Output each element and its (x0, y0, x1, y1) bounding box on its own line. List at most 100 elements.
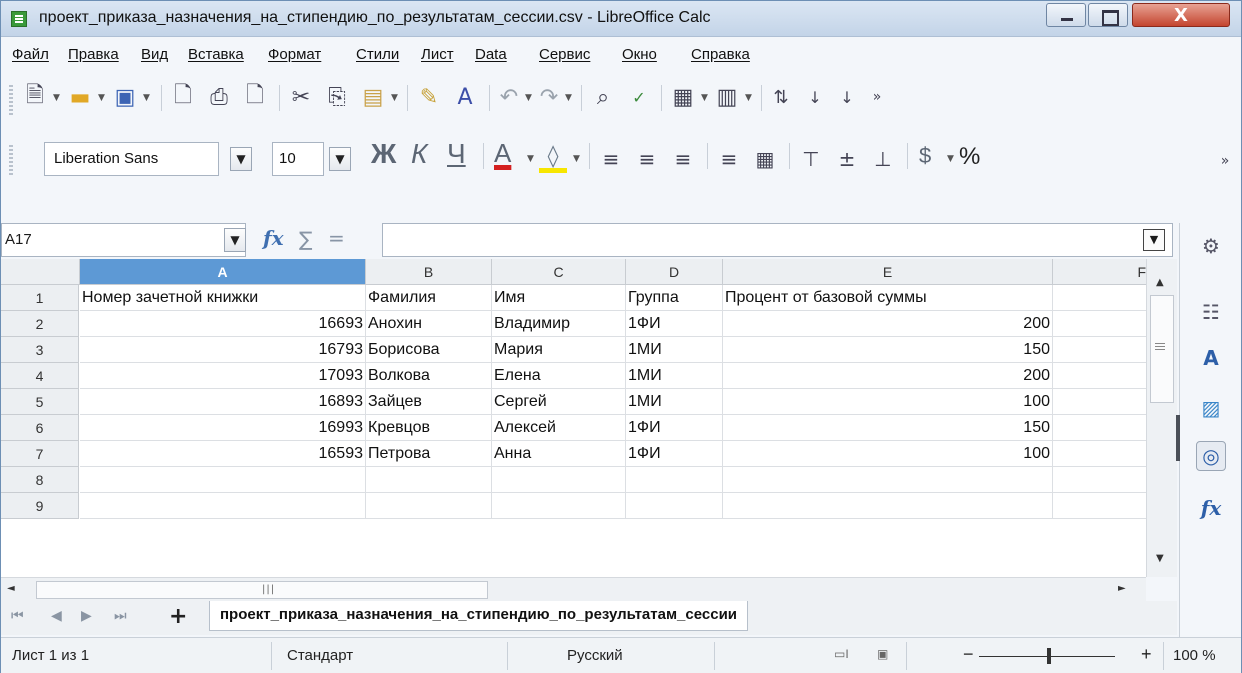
row-icon[interactable]: ▦ (669, 83, 697, 111)
save-icon[interactable]: ▣ (111, 83, 139, 111)
grid-cell[interactable] (1053, 467, 1153, 493)
row-header[interactable]: 2 (1, 311, 79, 337)
new-document-icon[interactable]: 🗎 (21, 83, 49, 111)
grid-cell[interactable] (492, 493, 626, 519)
name-box-dropdown-icon[interactable]: ▼ (224, 228, 246, 252)
cut-icon[interactable]: ✂ (287, 83, 315, 111)
grid-cell[interactable]: 100 (723, 441, 1053, 467)
grid-cell[interactable]: Владимир (492, 311, 626, 337)
align-middle-icon[interactable]: ± (833, 145, 861, 173)
underline-button[interactable]: Ч (447, 138, 466, 170)
column-header-c[interactable]: C (492, 259, 626, 285)
grid-cell[interactable]: Мария (492, 337, 626, 363)
sort-descending-icon[interactable]: ↓ (833, 83, 861, 111)
grid-cell[interactable] (626, 467, 723, 493)
spellcheck-icon[interactable]: ✓ (625, 83, 653, 111)
zoom-in-button[interactable]: + (1141, 644, 1152, 665)
currency-button[interactable]: $ (919, 143, 931, 169)
row-header[interactable]: 9 (1, 493, 79, 519)
column-header-d[interactable]: D (626, 259, 723, 285)
grid-cell[interactable] (80, 493, 366, 519)
column-header-b[interactable]: B (366, 259, 492, 285)
grid-cell[interactable] (1053, 285, 1153, 311)
grid-cell[interactable]: 200 (723, 311, 1053, 337)
grid-cell[interactable]: Борисова (366, 337, 492, 363)
print-icon[interactable]: ⎙ (205, 83, 233, 111)
new-dropdown-icon[interactable]: ▼ (53, 94, 61, 103)
grid-cell[interactable]: 150 (723, 337, 1053, 363)
grid-cell[interactable] (492, 467, 626, 493)
font-size-box[interactable]: 10 (272, 142, 324, 176)
menu-styles[interactable]: Стили (356, 46, 399, 63)
merge-cells-icon[interactable]: ▦ (751, 145, 779, 173)
name-box[interactable]: A17 (1, 223, 246, 257)
currency-dropdown-icon[interactable]: ▼ (947, 155, 955, 164)
grid-cell[interactable]: 1ФИ (626, 311, 723, 337)
expand-formula-bar-icon[interactable]: ▼ (1143, 229, 1165, 251)
function-wizard-icon[interactable]: fx (263, 226, 284, 250)
menu-insert[interactable]: Вставка (188, 46, 244, 63)
grid-cell[interactable]: Волкова (366, 363, 492, 389)
find-replace-icon[interactable]: ⌕ (589, 83, 617, 111)
horizontal-scroll-thumb[interactable]: ||| (36, 581, 488, 599)
font-name-box[interactable]: Liberation Sans (44, 142, 219, 176)
grid-cell[interactable]: 16993 (80, 415, 366, 441)
column-header-e[interactable]: E (723, 259, 1053, 285)
selection-mode-icon[interactable]: ▭I (834, 647, 849, 661)
align-center-icon[interactable]: ≡ (633, 145, 661, 173)
menu-file[interactable]: Файл (12, 46, 49, 63)
row-header[interactable]: 7 (1, 441, 79, 467)
undo-dropdown-icon[interactable]: ▼ (525, 94, 533, 103)
grid-cell[interactable]: 1МИ (626, 389, 723, 415)
spreadsheet-grid[interactable]: A B C D E F 1 Номер зачетной книжки Фамили… (1, 259, 1177, 577)
grid-cell[interactable]: Кревцов (366, 415, 492, 441)
grid-cell[interactable]: Зайцев (366, 389, 492, 415)
zoom-level[interactable]: 100 % (1173, 647, 1216, 664)
open-folder-icon[interactable]: ▬ (66, 83, 94, 111)
grid-cell[interactable] (366, 493, 492, 519)
highlight-icon[interactable]: ◊ (539, 144, 567, 173)
font-color-dropdown-icon[interactable]: ▼ (527, 155, 535, 164)
redo-dropdown-icon[interactable]: ▼ (565, 94, 573, 103)
grid-cell[interactable]: Анохин (366, 311, 492, 337)
row-header[interactable]: 5 (1, 389, 79, 415)
zoom-out-button[interactable]: − (963, 644, 974, 665)
row-header[interactable]: 4 (1, 363, 79, 389)
scroll-down-icon[interactable]: ▼ (1156, 553, 1164, 564)
functions-icon[interactable]: fx (1196, 493, 1226, 523)
grid-cell[interactable]: Номер зачетной книжки (80, 285, 366, 311)
row-header[interactable]: 8 (1, 467, 79, 493)
row-header[interactable]: 6 (1, 415, 79, 441)
horizontal-scrollbar[interactable]: ◄ ||| ► (1, 577, 1146, 601)
grid-cell[interactable]: 100 (723, 389, 1053, 415)
gallery-icon[interactable]: ▨ (1196, 393, 1226, 423)
scroll-right-icon[interactable]: ► (1118, 583, 1126, 594)
maximize-button[interactable] (1088, 3, 1128, 27)
scroll-up-icon[interactable]: ▲ (1156, 277, 1164, 288)
gear-icon[interactable]: ⚙ (1196, 231, 1226, 261)
column-dropdown-icon[interactable]: ▼ (745, 94, 753, 103)
first-sheet-icon[interactable]: ⏮ (11, 608, 24, 624)
menu-view[interactable]: Вид (141, 46, 168, 63)
grid-cell[interactable]: 1МИ (626, 337, 723, 363)
grid-cell[interactable]: Петрова (366, 441, 492, 467)
print-preview-icon[interactable]: 🗋 (241, 83, 269, 111)
font-size-dropdown-icon[interactable]: ▼ (329, 147, 351, 171)
grid-cell[interactable]: Процент от базовой суммы (723, 285, 1053, 311)
grid-cell[interactable]: 150 (723, 415, 1053, 441)
menu-help[interactable]: Справка (691, 46, 750, 63)
menu-format[interactable]: Формат (268, 46, 321, 63)
close-button[interactable]: X (1132, 3, 1230, 27)
align-left-icon[interactable]: ≡ (597, 145, 625, 173)
column-header-a[interactable]: A (80, 259, 366, 285)
grid-cell[interactable]: 16593 (80, 441, 366, 467)
grid-cell[interactable]: 16893 (80, 389, 366, 415)
sum-icon[interactable]: ∑ (299, 227, 312, 251)
zoom-slider-knob[interactable] (1047, 648, 1051, 664)
export-pdf-icon[interactable]: 🗋 (169, 83, 197, 111)
last-sheet-icon[interactable]: ⏭ (114, 608, 127, 624)
grid-cell[interactable]: 16693 (80, 311, 366, 337)
grid-cell[interactable]: 1МИ (626, 363, 723, 389)
undo-icon[interactable]: ↶ (495, 83, 523, 111)
sheet-tab-active[interactable]: проект_приказа_назначения_на_стипендию_п… (209, 601, 749, 631)
